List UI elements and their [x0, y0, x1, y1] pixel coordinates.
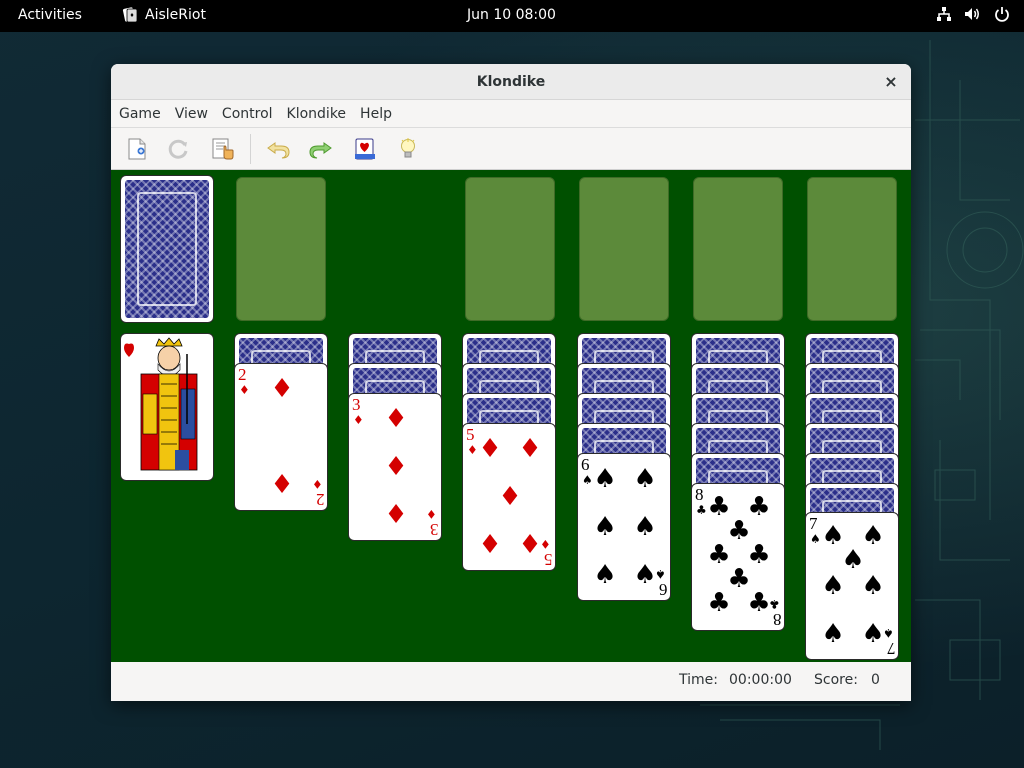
- card-rank: 2: [238, 365, 247, 384]
- foundation-4[interactable]: [807, 177, 897, 321]
- spade-pip: ♠: [841, 545, 865, 575]
- tableau-7-card-7-spades[interactable]: 7 ♠ ♠ ♠ ♠ ♠ ♠ ♠ ♠ ♠ 7: [805, 512, 899, 660]
- diamond-pip: ♦: [518, 434, 542, 464]
- stock-pile[interactable]: [120, 175, 214, 323]
- spade-pip: ♠: [593, 560, 617, 590]
- spade-pip: ♠: [633, 464, 657, 494]
- menu-klondike[interactable]: Klondike: [287, 106, 361, 122]
- aisleriot-icon: [122, 7, 138, 23]
- diamond-pip: ♦: [478, 434, 502, 464]
- clock[interactable]: Jun 10 08:00: [467, 7, 556, 23]
- menu-control[interactable]: Control: [222, 106, 287, 122]
- spade-pip: ♠: [861, 571, 885, 601]
- top-bar: Activities AisleRiot Jun 10 08:00: [0, 0, 1024, 32]
- diamond-pip: ♦: [384, 500, 408, 530]
- status-bar: Time: 00:00:00 Score: 0: [111, 662, 911, 701]
- foundation-3[interactable]: [693, 177, 783, 321]
- game-board[interactable]: 2 ♦ ♦ ♦ ♦ 2 3 ♦ ♦ ♦ ♦ ♦ 3 5 ♦ ♦ ♦ ♦ ♦ ♦ …: [111, 170, 911, 662]
- card-rank: 6: [658, 580, 668, 599]
- network-icon: [937, 7, 951, 21]
- spade-pip: ♠: [593, 512, 617, 542]
- card-rank: 8: [772, 610, 782, 629]
- card-suit: ♦: [426, 507, 437, 521]
- hint-icon[interactable]: [395, 136, 421, 162]
- diamond-pip: ♦: [270, 374, 294, 404]
- score-value: 0: [871, 672, 880, 688]
- tableau-5-card-6-spades[interactable]: 6 ♠ ♠ ♠ ♠ ♠ ♠ ♠ ♠ 6: [577, 453, 671, 601]
- window-title: Klondike: [476, 74, 546, 90]
- card-suit: ♦: [540, 537, 551, 551]
- spade-pip: ♠: [821, 571, 845, 601]
- tableau-6-card-8-clubs[interactable]: 8 ♣ ♣ ♣ ♣ ♣ ♣ ♣ ♣ ♣ ♣ 8: [691, 483, 785, 631]
- volume-icon: [965, 8, 979, 20]
- system-tray[interactable]: [936, 6, 1010, 22]
- diamond-pip: ♦: [384, 404, 408, 434]
- spade-pip: ♠: [821, 619, 845, 649]
- title-bar[interactable]: Klondike ×: [111, 64, 911, 100]
- diamond-pip: ♦: [270, 470, 294, 500]
- king-of-hearts-face: [124, 337, 203, 476]
- waste-slot[interactable]: [236, 177, 326, 321]
- card-rank: 5: [466, 425, 475, 444]
- card-suit: ♠: [655, 567, 666, 581]
- card-rank: 2: [315, 490, 325, 509]
- undo-icon[interactable]: [265, 136, 291, 162]
- tableau-1-card-king-hearts[interactable]: [120, 333, 214, 481]
- club-pip: ♣: [707, 588, 731, 618]
- card-suit: ♦: [312, 477, 323, 491]
- toolbar: [111, 128, 911, 170]
- diamond-pip: ♦: [498, 482, 522, 512]
- foundation-1[interactable]: [465, 177, 555, 321]
- card-rank: 3: [352, 395, 361, 414]
- toolbar-separator: [250, 134, 251, 164]
- close-icon[interactable]: ×: [881, 72, 901, 92]
- tableau-4-card-5-diamonds[interactable]: 5 ♦ ♦ ♦ ♦ ♦ ♦ ♦ 5: [462, 423, 556, 571]
- diamond-pip: ♦: [478, 530, 502, 560]
- redo-icon[interactable]: [308, 136, 334, 162]
- spade-pip: ♠: [593, 464, 617, 494]
- time-label: Time:: [679, 672, 718, 688]
- menu-bar: Game View Control Klondike Help: [111, 100, 911, 128]
- foundation-2[interactable]: [579, 177, 669, 321]
- klondike-window: Klondike × Game View Control Klondike He…: [111, 64, 911, 701]
- tableau-3-card-3-diamonds[interactable]: 3 ♦ ♦ ♦ ♦ ♦ 3: [348, 393, 442, 541]
- card-rank: 7: [809, 514, 818, 533]
- app-menu[interactable]: AisleRiot: [122, 7, 206, 23]
- spade-pip: ♠: [633, 512, 657, 542]
- tableau-2-card-2-diamonds[interactable]: 2 ♦ ♦ ♦ ♦ 2: [234, 363, 328, 511]
- card-rank: 8: [695, 485, 704, 504]
- deal-icon[interactable]: [352, 136, 378, 162]
- card-suit: ♠: [883, 626, 894, 640]
- menu-view[interactable]: View: [175, 106, 222, 122]
- activities-button[interactable]: Activities: [18, 7, 82, 23]
- card-rank: 5: [543, 550, 553, 569]
- card-rank: 7: [886, 639, 896, 658]
- menu-help[interactable]: Help: [360, 106, 406, 122]
- new-game-icon[interactable]: [124, 136, 150, 162]
- card-suit: ♦: [239, 383, 250, 397]
- card-rank: 3: [429, 520, 439, 539]
- restart-icon[interactable]: [166, 136, 192, 162]
- time-value: 00:00:00: [729, 672, 792, 688]
- score-label: Score:: [814, 672, 858, 688]
- diamond-pip: ♦: [384, 452, 408, 482]
- menu-game[interactable]: Game: [119, 106, 175, 122]
- card-rank: 6: [581, 455, 590, 474]
- card-suit: ♦: [353, 413, 364, 427]
- power-icon: [995, 7, 1009, 22]
- card-suit: ♣: [769, 597, 780, 611]
- select-game-icon[interactable]: [210, 136, 236, 162]
- app-name: AisleRiot: [145, 7, 206, 23]
